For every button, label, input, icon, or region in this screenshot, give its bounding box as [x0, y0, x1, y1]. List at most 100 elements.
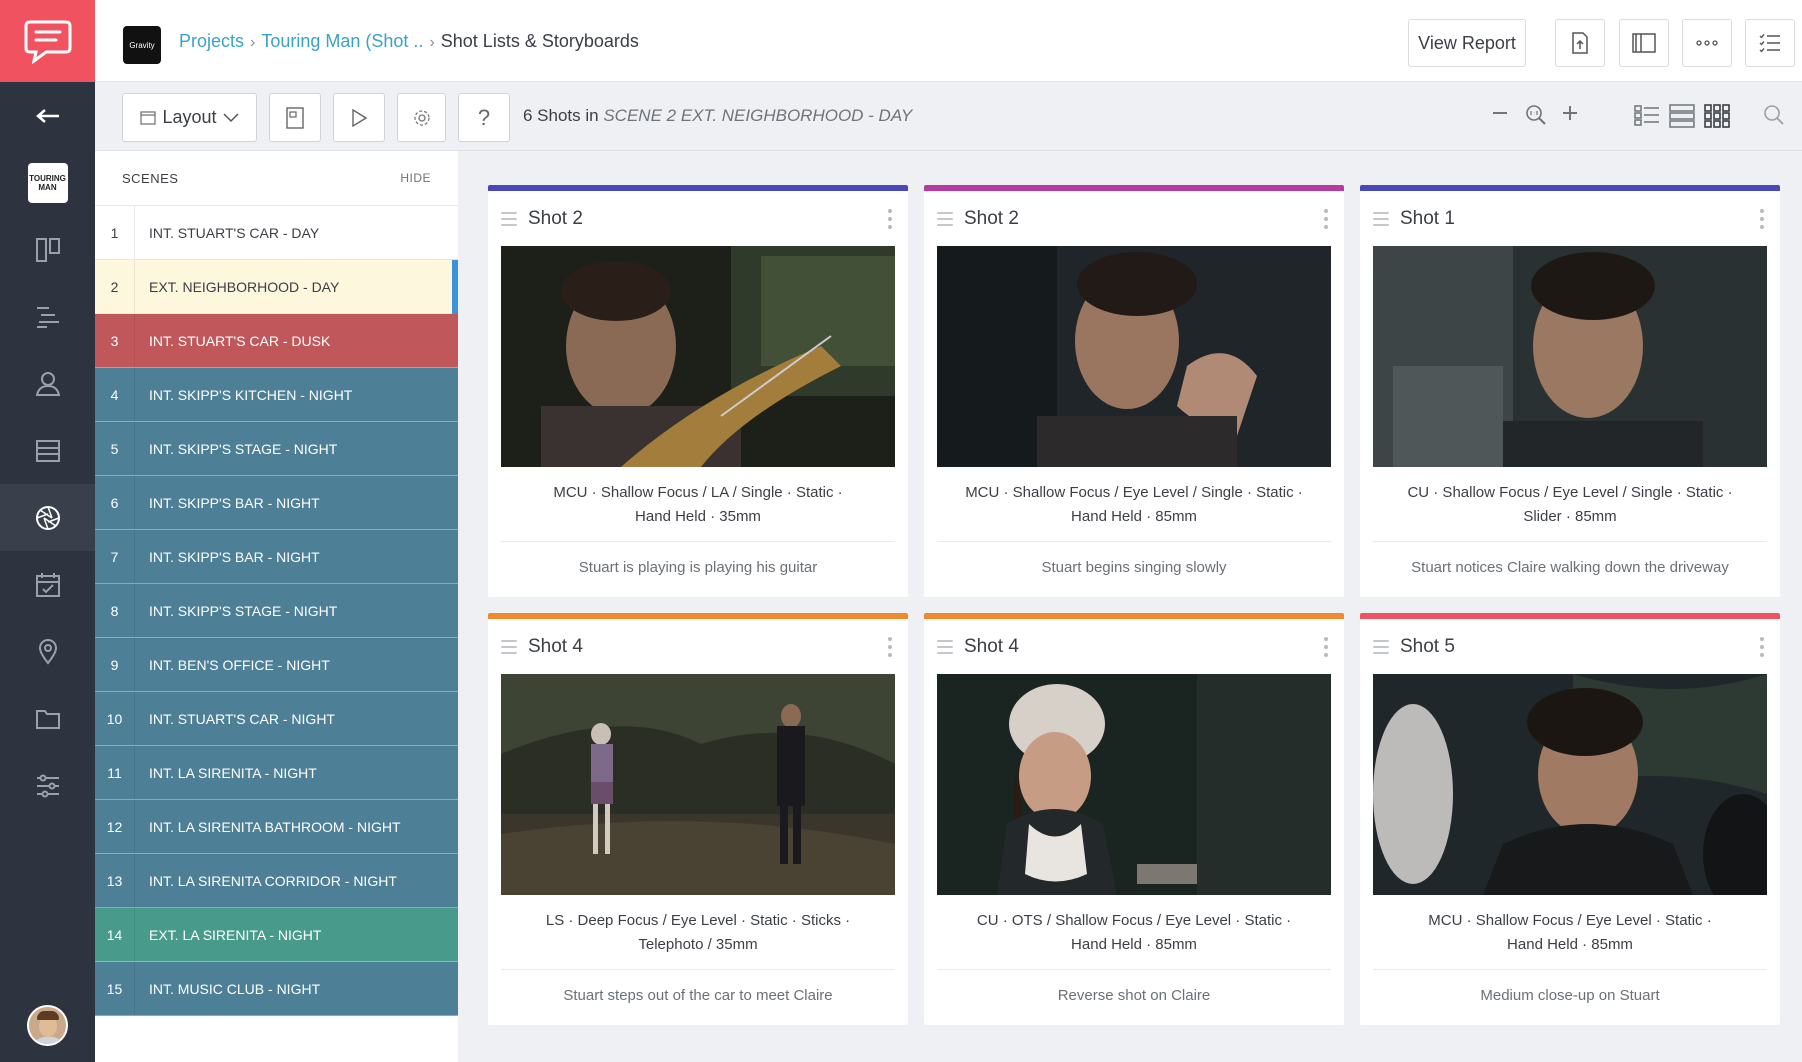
project-thumbnail[interactable]: TOURING MAN — [0, 149, 95, 216]
zoom-in-button[interactable] — [1561, 104, 1579, 122]
scene-number: 7 — [95, 530, 135, 583]
rail-timeline[interactable] — [0, 283, 95, 350]
rail-list[interactable] — [0, 417, 95, 484]
shot-image[interactable] — [501, 674, 895, 895]
shot-menu-icon[interactable] — [1321, 208, 1331, 229]
left-rail: TOURING MAN — [0, 0, 95, 1062]
shot-menu-icon[interactable] — [1757, 636, 1767, 657]
scene-row[interactable]: 12 INT. LA SIRENITA BATHROOM - NIGHT — [95, 800, 458, 854]
search-button[interactable] — [1763, 104, 1785, 126]
settings-button[interactable] — [397, 93, 446, 142]
rail-characters[interactable] — [0, 350, 95, 417]
scene-name: INT. STUART'S CAR - DUSK — [149, 332, 331, 349]
selected-scene-indicator — [452, 260, 458, 314]
shots-count-label: 6 Shots in SCENE 2 EXT. NEIGHBORHOOD - D… — [523, 106, 912, 126]
scene-row[interactable]: 7 INT. SKIPP'S BAR - NIGHT — [95, 530, 458, 584]
layout-dropdown[interactable]: Layout — [122, 93, 257, 142]
location-pin-icon — [38, 638, 57, 665]
scene-name: EXT. NEIGHBORHOOD - DAY — [149, 278, 340, 295]
chevron-right-icon: › — [429, 34, 435, 51]
shot-specs: MCU · Shallow Focus / LA / Single · Stat… — [488, 467, 908, 541]
zoom-magnifier-icon — [1526, 105, 1546, 125]
more-dots-icon — [1696, 40, 1718, 46]
search-icon — [1764, 105, 1784, 125]
scene-row[interactable]: 1 INT. STUART'S CAR - DAY — [95, 206, 458, 260]
top-bar: Gravity Projects › Touring Man (Shot .. › Sh… — [95, 0, 1802, 82]
scene-row[interactable]: 6 INT. SKIPP'S BAR - NIGHT — [95, 476, 458, 530]
drag-handle-icon[interactable] — [937, 211, 953, 226]
toolbar: Layout ? 6 Shots in SCENE 2 EXT. NEIGHBO… — [95, 82, 1802, 151]
rail-settings[interactable] — [0, 752, 95, 819]
shot-specs-line: CU · Shallow Focus / Eye Level / Single … — [1407, 484, 1733, 501]
scene-number: 8 — [95, 584, 135, 637]
characters-icon — [35, 371, 60, 396]
shot-menu-icon[interactable] — [1321, 636, 1331, 657]
shot-menu-icon[interactable] — [1757, 208, 1767, 229]
scene-row[interactable]: 5 INT. SKIPP'S STAGE - NIGHT — [95, 422, 458, 476]
scene-row[interactable]: 3 INT. STUART'S CAR - DUSK — [95, 314, 458, 368]
shot-image[interactable] — [1373, 674, 1767, 895]
rail-calendar[interactable] — [0, 551, 95, 618]
drag-handle-icon[interactable] — [937, 639, 953, 654]
shot-title: Shot 1 — [1400, 207, 1455, 229]
rows-view-button[interactable] — [1669, 104, 1695, 128]
storyboard-button[interactable] — [269, 93, 321, 142]
breadcrumb-project[interactable]: Touring Man (Shot .. — [261, 31, 423, 51]
more-options-button[interactable] — [1682, 19, 1732, 67]
scene-name: EXT. LA SIRENITA - NIGHT — [149, 926, 322, 943]
scene-name: INT. SKIPP'S STAGE - NIGHT — [149, 602, 338, 619]
rail-locations[interactable] — [0, 618, 95, 685]
scene-row[interactable]: 4 INT. SKIPP'S KITCHEN - NIGHT — [95, 368, 458, 422]
hide-scenes-button[interactable]: HIDE — [400, 171, 431, 185]
scene-row[interactable]: 9 INT. BEN'S OFFICE - NIGHT — [95, 638, 458, 692]
company-logo: Gravity — [123, 26, 161, 64]
shot-image[interactable] — [501, 246, 895, 467]
shot-card[interactable]: Shot 4 LS · Deep Focus / Eye Level · Sta… — [488, 613, 908, 1025]
drag-handle-icon[interactable] — [501, 211, 517, 226]
zoom-out-button[interactable] — [1491, 104, 1509, 122]
checklist-button[interactable] — [1745, 19, 1795, 67]
back-button[interactable] — [0, 82, 95, 149]
drag-handle-icon[interactable] — [1373, 639, 1389, 654]
scene-row[interactable]: 14 EXT. LA SIRENITA - NIGHT — [95, 908, 458, 962]
shot-card[interactable]: Shot 1 CU · Shallow Focus / Eye Level / … — [1360, 185, 1780, 597]
scene-row[interactable]: 13 INT. LA SIRENITA CORRIDOR - NIGHT — [95, 854, 458, 908]
grid-view-button[interactable] — [1704, 104, 1730, 128]
scene-name: INT. SKIPP'S KITCHEN - NIGHT — [149, 386, 353, 403]
shot-menu-icon[interactable] — [885, 636, 895, 657]
scene-row[interactable]: 11 INT. LA SIRENITA - NIGHT — [95, 746, 458, 800]
play-button[interactable] — [333, 93, 385, 142]
rail-shot-list[interactable] — [0, 484, 95, 551]
shot-card[interactable]: Shot 2 MCU · Shallow Focus / LA / Single… — [488, 185, 908, 597]
shot-card[interactable]: Shot 2 MCU · Shallow Focus / Eye Level /… — [924, 185, 1344, 597]
shot-card[interactable]: Shot 5 MCU · Shallow Focus / Eye Level ·… — [1360, 613, 1780, 1025]
export-pdf-button[interactable] — [1555, 19, 1605, 67]
shot-menu-icon[interactable] — [885, 208, 895, 229]
drag-handle-icon[interactable] — [501, 639, 517, 654]
help-button[interactable]: ? — [458, 93, 510, 142]
scene-row[interactable]: 10 INT. STUART'S CAR - NIGHT — [95, 692, 458, 746]
scene-name: INT. LA SIRENITA BATHROOM - NIGHT — [149, 818, 401, 835]
user-avatar[interactable] — [27, 1005, 68, 1046]
drag-handle-icon[interactable] — [1373, 211, 1389, 226]
breadcrumb-projects[interactable]: Projects — [179, 31, 244, 51]
shot-image[interactable] — [937, 674, 1331, 895]
rail-files[interactable] — [0, 685, 95, 752]
list-view-button[interactable] — [1634, 104, 1660, 128]
scene-number: 13 — [95, 854, 135, 907]
scene-number: 4 — [95, 368, 135, 421]
shot-specs: CU · Shallow Focus / Eye Level / Single … — [1360, 467, 1780, 541]
scene-row[interactable]: 15 INT. MUSIC CLUB - NIGHT — [95, 962, 458, 1016]
shot-image[interactable] — [1373, 246, 1767, 467]
scene-row[interactable]: 2 EXT. NEIGHBORHOOD - DAY — [95, 260, 458, 314]
zoom-reset-button[interactable] — [1525, 104, 1547, 126]
shot-card-header: Shot 4 — [924, 619, 1344, 674]
shot-card[interactable]: Shot 4 CU · OTS / Shallow Focus / Eye Le… — [924, 613, 1344, 1025]
app-logo[interactable] — [0, 0, 95, 82]
shot-image[interactable] — [937, 246, 1331, 467]
view-report-button[interactable]: View Report — [1408, 19, 1526, 67]
toggle-panel-button[interactable] — [1619, 19, 1669, 67]
rail-board[interactable] — [0, 216, 95, 283]
shot-description: Reverse shot on Claire — [1057, 987, 1211, 1004]
scene-row[interactable]: 8 INT. SKIPP'S STAGE - NIGHT — [95, 584, 458, 638]
